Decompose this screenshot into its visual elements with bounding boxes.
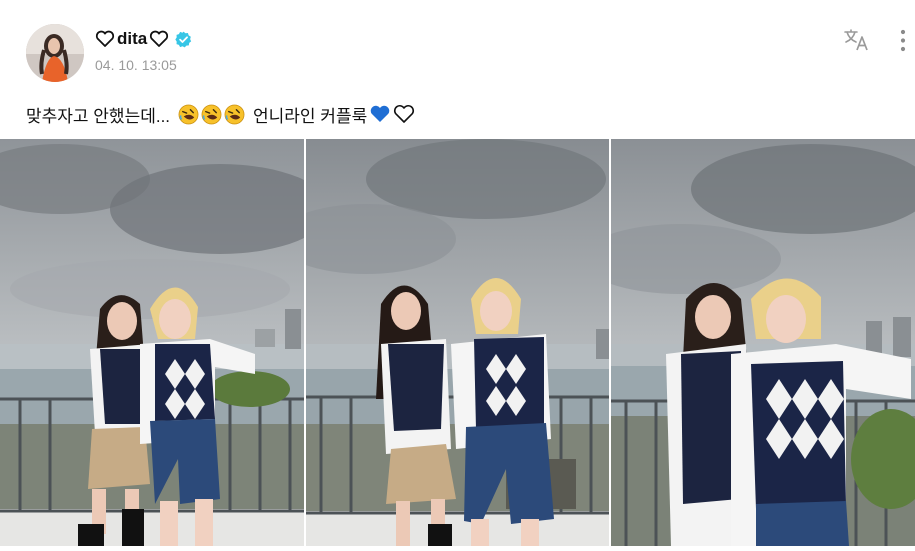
post-caption: 맞추자고 안했는데... 언니라인 커플룩 [26,102,415,127]
caption-text-2: 언니라인 커플룩 [253,107,368,126]
more-vertical-icon[interactable] [896,28,910,54]
heart-outline-icon [149,30,169,48]
photo-1[interactable] [0,139,330,546]
white-heart-icon [393,104,415,125]
author-name[interactable]: dita [117,29,147,49]
author-line: dita [95,29,192,49]
rolling-laughing-emoji-icon [224,104,245,125]
blue-heart-icon [369,104,391,125]
caption-text: 맞추자고 안했는데... [26,107,171,126]
verified-badge-icon [175,31,192,48]
photo-gallery [0,139,915,546]
post-timestamp: 04. 10. 13:05 [95,57,177,73]
photo-2[interactable] [276,139,609,546]
heart-outline-icon [95,30,115,48]
avatar[interactable] [26,24,84,82]
rolling-laughing-emoji-icon [201,104,222,125]
photo-3[interactable] [581,139,915,546]
rolling-laughing-emoji-icon [178,104,199,125]
translate-icon[interactable] [843,28,871,52]
